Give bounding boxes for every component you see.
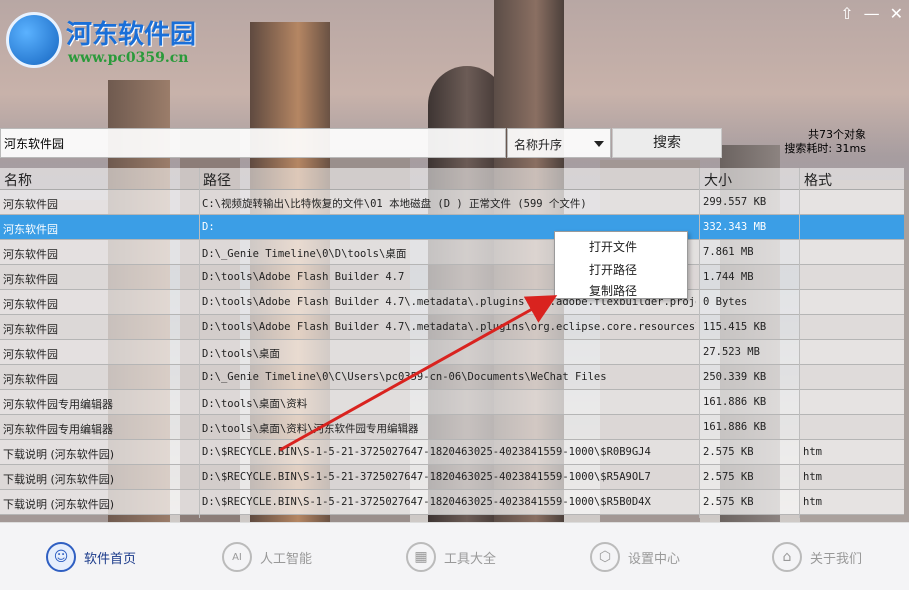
menu-item-open-file[interactable]: 打开文件 xyxy=(589,238,637,255)
cell-name: 下载说明 (河东软件园) xyxy=(3,448,115,461)
cell-path: D:\tools\桌面 xyxy=(202,348,280,360)
search-bar: 名称升序 搜索 共73个对象 搜索耗时: 31ms xyxy=(0,128,909,158)
cell-name: 河东软件园 xyxy=(3,373,58,386)
cell-format: htm xyxy=(803,471,822,483)
table-row[interactable]: 河东软件园 D: 332.343 MB xyxy=(0,215,904,240)
cell-name: 河东软件园 xyxy=(3,348,58,361)
search-time: 搜索耗时: 31ms xyxy=(784,142,866,155)
context-menu: 打开文件 打开路径 复制路径 xyxy=(554,231,688,299)
cell-path: D:\$RECYCLE.BIN\S-1-5-21-3725027647-1820… xyxy=(202,446,651,458)
column-header-path[interactable]: 路径 xyxy=(203,170,231,190)
logo-title: 河东软件园 xyxy=(66,20,197,50)
cell-path: C:\视频旋转输出\比特恢复的文件\01 本地磁盘 (D ) 正常文件 (599… xyxy=(202,198,587,210)
chevron-down-icon xyxy=(594,141,604,147)
table-row[interactable]: 河东软件园 D:\tools\桌面 27.523 MB xyxy=(0,340,904,365)
nav-label: 设置中心 xyxy=(628,551,681,567)
cell-name: 河东软件园 xyxy=(3,223,58,236)
column-header-name[interactable]: 名称 xyxy=(4,170,32,190)
sort-select-value: 名称升序 xyxy=(514,138,563,152)
cell-name: 河东软件园 xyxy=(3,198,58,211)
nav-label: 关于我们 xyxy=(810,551,863,567)
table-row[interactable]: 河东软件园专用编辑器 D:\tools\桌面\资料\河东软件园专用编辑器 161.8… xyxy=(0,415,904,440)
cell-size: 7.861 MB xyxy=(703,246,754,258)
tools-icon: ▦ xyxy=(406,542,436,572)
nav-label: 人工智能 xyxy=(260,551,313,567)
cell-path: D:\tools\桌面\资料\河东软件园专用编辑器 xyxy=(202,423,419,435)
cell-name: 河东软件园 xyxy=(3,323,58,336)
cell-path: D:\tools\Adobe Flash Builder 4.7\.metada… xyxy=(202,321,696,333)
table-row[interactable]: 河东软件园 D:\tools\Adobe Flash Builder 4.7\.m… xyxy=(0,315,904,340)
nav-label: 工具大全 xyxy=(444,551,497,567)
cell-path: D:\$RECYCLE.BIN\S-1-5-21-3725027647-1820… xyxy=(202,496,651,508)
nav-item-about[interactable]: ⌂ 关于我们 xyxy=(772,541,862,573)
minimize-icon[interactable]: — xyxy=(864,4,880,23)
nav-item-tools[interactable]: ▦ 工具大全 xyxy=(406,541,496,573)
results-table: 名称 路径 大小 格式 河东软件园 C:\视频旋转输出\比特恢复的文件\01 本地… xyxy=(0,168,904,518)
cell-path: D:\tools\桌面\资料 xyxy=(202,398,308,410)
search-input[interactable] xyxy=(0,128,506,158)
skin-icon[interactable]: ⇧ xyxy=(840,4,853,23)
cell-name: 河东软件园 xyxy=(3,248,58,261)
column-header-size[interactable]: 大小 xyxy=(704,170,732,190)
settings-icon: ⬡ xyxy=(590,542,620,572)
close-icon[interactable]: ✕ xyxy=(890,4,903,23)
app-logo: 河东软件园 www.pc0359.cn xyxy=(6,8,206,68)
table-row[interactable]: 河东软件园专用编辑器 D:\tools\桌面\资料 161.886 KB xyxy=(0,390,904,415)
cell-size: 115.415 KB xyxy=(703,321,767,333)
table-row[interactable]: 河东软件园 C:\视频旋转输出\比特恢复的文件\01 本地磁盘 (D ) 正常文件… xyxy=(0,190,904,215)
cell-size: 250.339 KB xyxy=(703,371,767,383)
table-header: 名称 路径 大小 格式 xyxy=(0,168,904,190)
cell-size: 0 Bytes xyxy=(703,296,748,308)
object-count: 共73个对象 xyxy=(808,128,866,141)
table-row[interactable]: 河东软件园 D:\_Genie Timeline\0\D\tools\桌面 7.86… xyxy=(0,240,904,265)
logo-url: www.pc0359.cn xyxy=(68,50,189,66)
cell-size: 2.575 KB xyxy=(703,471,754,483)
home-icon: ⌂ xyxy=(772,542,802,572)
cell-size: 161.886 KB xyxy=(703,396,767,408)
cell-path: D:\_Genie Timeline\0\C\Users\pc0359-cn-0… xyxy=(202,371,607,383)
cell-size: 1.744 MB xyxy=(703,271,754,283)
cell-name: 河东软件园专用编辑器 xyxy=(3,423,113,436)
cell-size: 161.886 KB xyxy=(703,421,767,433)
cell-name: 下载说明 (河东软件园) xyxy=(3,473,115,486)
table-row[interactable]: 下载说明 (河东软件园) D:\$RECYCLE.BIN\S-1-5-21-372… xyxy=(0,465,904,490)
table-row[interactable]: 河东软件园 D:\_Genie Timeline\0\C\Users\pc0359… xyxy=(0,365,904,390)
table-row[interactable]: 下载说明 (河东软件园) D:\$RECYCLE.BIN\S-1-5-21-372… xyxy=(0,440,904,465)
window-controls: ⇧ — ✕ xyxy=(840,4,903,23)
cell-size: 332.343 MB xyxy=(703,221,767,233)
ai-icon: AI xyxy=(222,542,252,572)
menu-item-copy-path[interactable]: 复制路径 xyxy=(589,282,637,299)
cell-format: htm xyxy=(803,496,822,508)
user-icon: ☺ xyxy=(46,542,76,572)
nav-item-ai[interactable]: AI 人工智能 xyxy=(222,541,312,573)
table-row[interactable]: 河东软件园 D:\tools\Adobe Flash Builder 4.7 1.7… xyxy=(0,265,904,290)
cell-size: 2.575 KB xyxy=(703,496,754,508)
sort-select[interactable]: 名称升序 xyxy=(507,128,611,158)
nav-label: 软件首页 xyxy=(84,551,137,567)
column-header-format[interactable]: 格式 xyxy=(804,170,832,190)
search-stats: 共73个对象 搜索耗时: 31ms xyxy=(776,128,866,156)
cell-name: 河东软件园 xyxy=(3,273,58,286)
logo-icon xyxy=(6,12,62,68)
table-row[interactable]: 下载说明 (河东软件园) D:\$RECYCLE.BIN\S-1-5-21-372… xyxy=(0,490,904,515)
menu-item-open-path[interactable]: 打开路径 xyxy=(589,261,637,278)
cell-name: 下载说明 (河东软件园) xyxy=(3,498,115,511)
nav-item-home[interactable]: ☺ 软件首页 xyxy=(46,541,136,573)
cell-format: htm xyxy=(803,446,822,458)
cell-size: 27.523 MB xyxy=(703,346,760,358)
cell-name: 河东软件园专用编辑器 xyxy=(3,398,113,411)
table-row[interactable]: 河东软件园 D:\tools\Adobe Flash Builder 4.7\.m… xyxy=(0,290,904,315)
cell-path: D:\$RECYCLE.BIN\S-1-5-21-3725027647-1820… xyxy=(202,471,651,483)
search-button[interactable]: 搜索 xyxy=(612,128,722,158)
cell-size: 299.557 KB xyxy=(703,196,767,208)
cell-name: 河东软件园 xyxy=(3,298,58,311)
nav-item-settings[interactable]: ⬡ 设置中心 xyxy=(590,541,680,573)
bottom-nav: ☺ 软件首页 AI 人工智能 ▦ 工具大全 ⬡ 设置中心 ⌂ 关于我们 xyxy=(0,522,909,590)
cell-size: 2.575 KB xyxy=(703,446,754,458)
